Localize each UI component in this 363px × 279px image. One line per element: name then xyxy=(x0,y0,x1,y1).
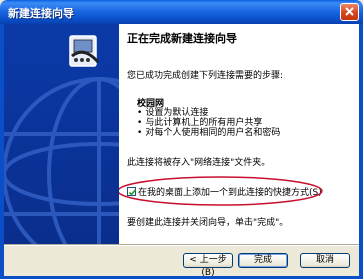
wizard-window: 新建连接向导 正在完成新建连接向导 您已成功完成创建下列连接需要的步骤: 校园网… xyxy=(0,0,363,279)
cancel-button[interactable]: 取消 xyxy=(300,253,350,268)
back-button[interactable]: < 上一步(B) xyxy=(183,253,233,278)
finish-button[interactable]: 完成 xyxy=(238,253,288,268)
title-bar[interactable]: 新建连接向导 xyxy=(0,0,363,24)
close-icon xyxy=(345,7,354,16)
window-title: 新建连接向导 xyxy=(8,7,74,20)
button-separator xyxy=(4,244,359,246)
network-phone-icon xyxy=(64,32,104,75)
highlight-oval xyxy=(119,176,323,206)
wizard-banner xyxy=(4,24,119,244)
wizard-content: 正在完成新建连接向导 您已成功完成创建下列连接需要的步骤: 校园网 设置为默认连… xyxy=(119,24,359,244)
window-frame-right xyxy=(359,24,363,279)
close-button[interactable] xyxy=(340,3,359,21)
